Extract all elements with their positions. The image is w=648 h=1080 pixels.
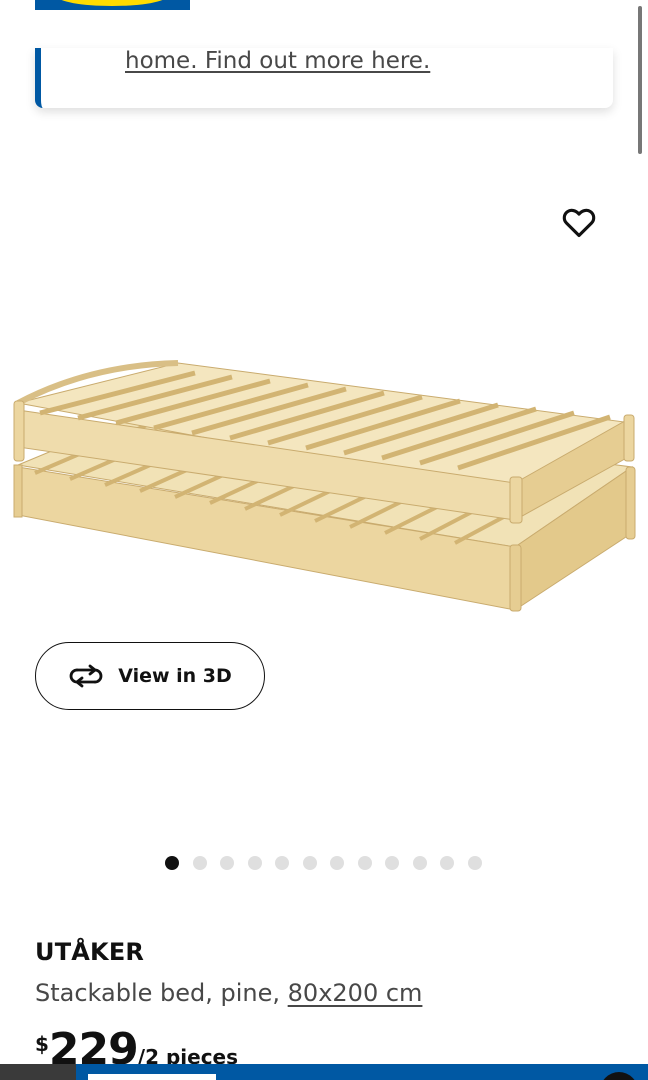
find-out-more-link[interactable]: home. Find out more here. — [125, 48, 430, 74]
carousel-dot[interactable] — [440, 856, 454, 870]
view-in-3d-button[interactable]: View in 3D — [35, 642, 265, 710]
carousel-dot[interactable] — [247, 856, 262, 870]
carousel-dot[interactable] — [192, 856, 207, 870]
banner-label-box — [88, 1074, 216, 1080]
carousel-dot[interactable] — [275, 856, 289, 870]
image-carousel-indicator — [165, 856, 482, 870]
carousel-dot[interactable] — [302, 856, 317, 870]
banner-thumbnail — [0, 1064, 76, 1080]
logo-oval — [57, 0, 167, 6]
favorite-heart-icon[interactable] — [562, 206, 596, 238]
carousel-dot[interactable] — [165, 856, 179, 870]
carousel-dot[interactable] — [357, 856, 372, 870]
rotate-3d-icon — [69, 664, 103, 688]
banner-action-button[interactable] — [600, 1072, 638, 1080]
product-image-bed[interactable] — [10, 355, 640, 620]
price-currency: $ — [35, 1032, 49, 1056]
ikea-logo[interactable] — [35, 0, 190, 10]
page-scrollbar[interactable] — [638, 6, 642, 154]
carousel-dot[interactable] — [220, 856, 234, 870]
carousel-dot[interactable] — [467, 856, 482, 870]
carousel-dot[interactable] — [385, 856, 399, 870]
info-notice-card: home. Find out more here. — [35, 48, 613, 108]
carousel-dot[interactable] — [412, 856, 427, 870]
view-in-3d-label: View in 3D — [118, 665, 232, 687]
bottom-promo-banner[interactable] — [0, 1064, 648, 1080]
product-size-link[interactable]: 80x200 cm — [288, 979, 423, 1007]
product-name: UTÅKER — [35, 938, 145, 966]
carousel-dot[interactable] — [330, 856, 344, 870]
product-description: Stackable bed, pine, 80x200 cm — [35, 979, 422, 1007]
product-type-text: Stackable bed, pine, — [35, 979, 288, 1007]
